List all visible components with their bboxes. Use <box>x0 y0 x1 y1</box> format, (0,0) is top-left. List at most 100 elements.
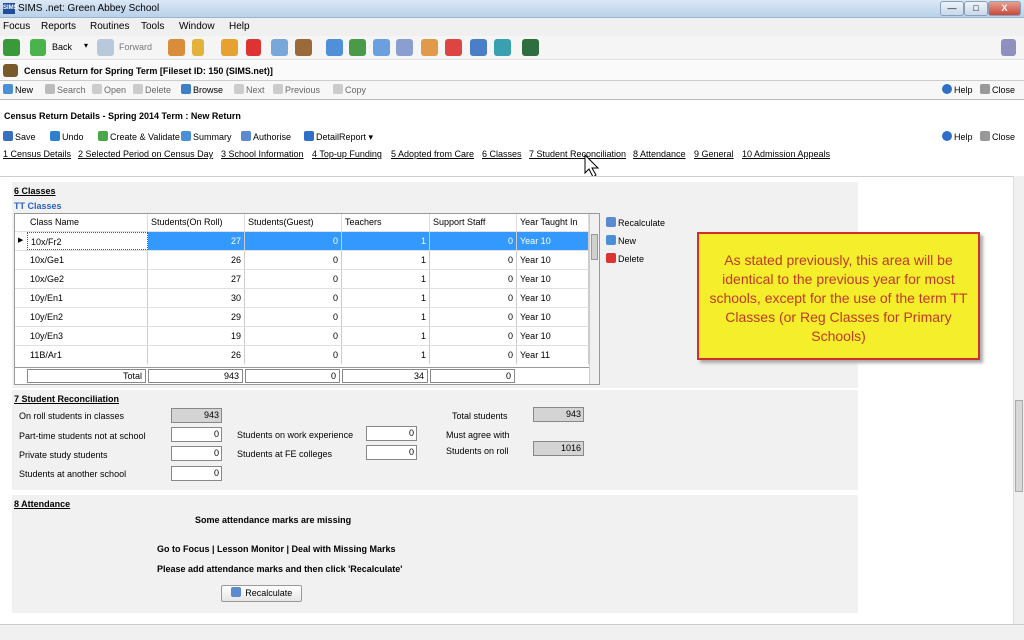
on-roll-cell[interactable]: 30 <box>148 289 245 307</box>
another-school-field[interactable]: 0 <box>171 466 222 481</box>
table-row[interactable]: 10x/Ge1 26 0 1 0 Year 10 <box>15 250 589 269</box>
support-cell[interactable]: 0 <box>430 270 517 288</box>
delete-button[interactable]: Delete <box>133 84 171 95</box>
support-cell[interactable]: 0 <box>430 232 517 250</box>
guest-cell[interactable]: 0 <box>245 308 342 326</box>
teachers-cell[interactable]: 1 <box>342 270 430 288</box>
tab-general[interactable]: 9 General <box>694 149 734 159</box>
clock-icon[interactable] <box>445 39 462 56</box>
work-experience-field[interactable]: 0 <box>366 426 417 441</box>
window-close-button[interactable]: X <box>988 1 1021 16</box>
on-roll-cell[interactable]: 26 <box>148 251 245 269</box>
fms-icon[interactable] <box>522 39 539 56</box>
notes-icon[interactable] <box>396 39 413 56</box>
back-dropdown-icon[interactable]: ▾ <box>84 41 88 50</box>
table-row[interactable]: 11B/Ar1 26 0 1 0 Year 11 <box>15 345 589 364</box>
close-button[interactable]: Close <box>980 84 1015 95</box>
year-cell[interactable]: Year 10 <box>517 308 589 326</box>
guest-cell[interactable]: 0 <box>245 232 342 250</box>
menu-routines[interactable]: Routines <box>90 21 129 32</box>
class-name-cell[interactable]: 10y/En3 <box>27 327 148 345</box>
tab-selected-period[interactable]: 2 Selected Period on Census Day <box>78 149 213 159</box>
page-scrollbar[interactable] <box>1013 176 1024 624</box>
tab-top-up-funding[interactable]: 4 Top-up Funding <box>312 149 382 159</box>
page-scroll-thumb[interactable] <box>1015 400 1023 492</box>
attendance-recalculate-button[interactable]: Recalculate <box>221 585 302 602</box>
next-button[interactable]: Next <box>234 84 265 95</box>
minimize-button[interactable]: — <box>940 1 964 16</box>
col-year-taught[interactable]: Year Taught In <box>517 214 589 231</box>
on-roll-cell[interactable]: 29 <box>148 308 245 326</box>
recalculate-button[interactable]: Recalculate <box>606 217 665 228</box>
support-cell[interactable]: 0 <box>430 346 517 364</box>
teacher-icon[interactable] <box>295 39 312 56</box>
menu-focus[interactable]: Focus <box>3 21 30 32</box>
report-icon[interactable] <box>271 39 288 56</box>
tab-adopted-from-care[interactable]: 5 Adopted from Care <box>391 149 474 159</box>
table-row[interactable]: 10x/Ge2 27 0 1 0 Year 10 <box>15 269 589 288</box>
year-cell[interactable]: Year 10 <box>517 251 589 269</box>
col-guest[interactable]: Students(Guest) <box>245 214 342 231</box>
table-row[interactable]: 10y/En1 30 0 1 0 Year 10 <box>15 288 589 307</box>
chart-icon[interactable] <box>326 39 343 56</box>
open-button[interactable]: Open <box>92 84 126 95</box>
summary-button[interactable]: Summary <box>181 131 232 142</box>
on-roll-cell[interactable]: 26 <box>148 346 245 364</box>
guest-cell[interactable]: 0 <box>245 289 342 307</box>
guest-cell[interactable]: 0 <box>245 251 342 269</box>
class-name-cell[interactable]: 10y/En2 <box>27 308 148 326</box>
staff-icon[interactable] <box>470 39 487 56</box>
forward-arrow-icon[interactable] <box>97 39 114 56</box>
assessment-icon[interactable] <box>421 39 438 56</box>
year-cell[interactable]: Year 10 <box>517 232 589 250</box>
support-cell[interactable]: 0 <box>430 289 517 307</box>
guest-cell[interactable]: 0 <box>245 270 342 288</box>
class-name-cell[interactable]: 10y/En1 <box>27 289 148 307</box>
home-icon[interactable] <box>3 39 20 56</box>
tab-census-details[interactable]: 1 Census Details <box>3 149 71 159</box>
detail-close-button[interactable]: Close <box>980 131 1015 142</box>
forward-button[interactable]: Forward <box>119 42 152 52</box>
tab-student-reconciliation[interactable]: 7 Student Reconciliation <box>529 149 626 159</box>
table-row[interactable]: 10y/En3 19 0 1 0 Year 10 <box>15 326 589 345</box>
fe-colleges-field[interactable]: 0 <box>366 445 417 460</box>
tab-school-information[interactable]: 3 School Information <box>221 149 304 159</box>
private-study-field[interactable]: 0 <box>171 446 222 461</box>
exchange-icon[interactable] <box>494 39 511 56</box>
tab-classes[interactable]: 6 Classes <box>482 149 522 159</box>
support-cell[interactable]: 0 <box>430 327 517 345</box>
support-cell[interactable]: 0 <box>430 308 517 326</box>
new-class-button[interactable]: New <box>606 235 636 246</box>
grid-scroll-thumb[interactable] <box>591 234 598 260</box>
class-name-cell[interactable]: 11B/Ar1 <box>27 346 148 364</box>
col-class-name[interactable]: Class Name <box>27 214 148 231</box>
part-time-field[interactable]: 0 <box>171 427 222 442</box>
tools-icon[interactable] <box>1001 39 1016 56</box>
menu-reports[interactable]: Reports <box>41 21 76 32</box>
grid-scrollbar[interactable] <box>589 214 599 384</box>
tab-admission-appeals[interactable]: 10 Admission Appeals <box>742 149 830 159</box>
maximize-button[interactable]: □ <box>964 1 988 16</box>
detail-report-button[interactable]: DetailReport ▾ <box>304 131 373 143</box>
detail-help-button[interactable]: Help <box>942 131 973 142</box>
col-support-staff[interactable]: Support Staff <box>430 214 517 231</box>
support-cell[interactable]: 0 <box>430 251 517 269</box>
help-button[interactable]: Help <box>942 84 973 95</box>
previous-button[interactable]: Previous <box>273 84 320 95</box>
tab-attendance[interactable]: 8 Attendance <box>633 149 686 159</box>
class-name-cell[interactable]: 10x/Ge1 <box>27 251 148 269</box>
year-cell[interactable]: Year 11 <box>517 346 589 364</box>
menu-tools[interactable]: Tools <box>141 21 164 32</box>
person-icon[interactable] <box>192 39 204 56</box>
teachers-cell[interactable]: 1 <box>342 346 430 364</box>
table-row[interactable]: 10y/En2 29 0 1 0 Year 10 <box>15 307 589 326</box>
on-roll-cell[interactable]: 27 <box>148 270 245 288</box>
teachers-cell[interactable]: 1 <box>342 232 430 250</box>
guest-cell[interactable]: 0 <box>245 327 342 345</box>
authorise-button[interactable]: Authorise <box>241 131 291 142</box>
year-cell[interactable]: Year 10 <box>517 327 589 345</box>
class-name-cell[interactable]: 10x/Ge2 <box>27 270 148 288</box>
teachers-cell[interactable]: 1 <box>342 251 430 269</box>
teachers-cell[interactable]: 1 <box>342 327 430 345</box>
back-button[interactable]: Back <box>52 42 72 52</box>
